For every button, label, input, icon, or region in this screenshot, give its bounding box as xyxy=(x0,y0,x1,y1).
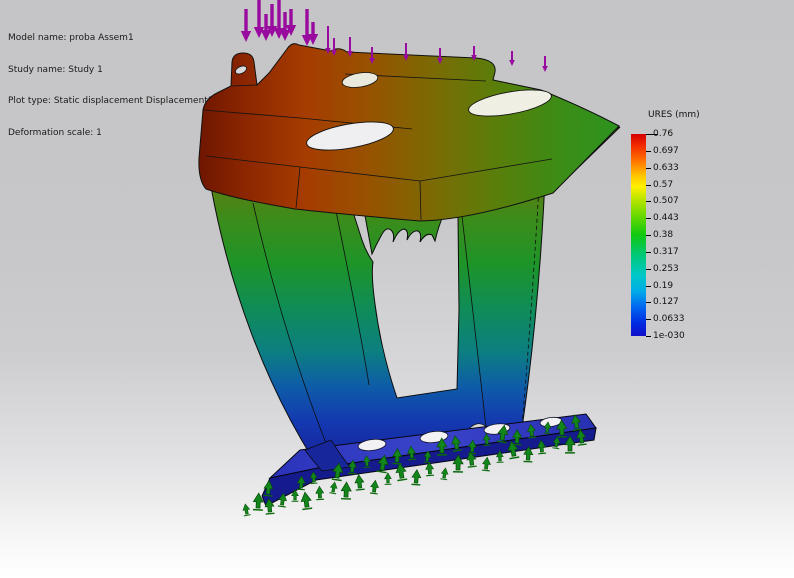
legend-value: 0.76 xyxy=(653,129,673,139)
legend-value: 1e-030 xyxy=(653,331,685,341)
legend-tick xyxy=(646,302,651,303)
legend-value: 0.19 xyxy=(653,281,673,291)
legend-tick xyxy=(646,218,651,219)
legend-value: 0.443 xyxy=(653,213,679,223)
legend-tick xyxy=(646,151,651,152)
legend-tick xyxy=(646,201,651,202)
legend-tick xyxy=(646,336,651,337)
legend-value: 0.697 xyxy=(653,146,679,156)
bracket-top[interactable] xyxy=(199,44,619,221)
legend-colorbar xyxy=(631,134,646,336)
legend-tick xyxy=(646,235,651,236)
legend-tick xyxy=(646,168,651,169)
legend-value: 0.507 xyxy=(653,196,679,206)
legend-tick xyxy=(646,185,651,186)
legend-value: 0.0633 xyxy=(653,314,685,324)
legend-value: 0.253 xyxy=(653,264,679,274)
result-legend: URES (mm) 0.76 0.697 0.633 0.57 0.507 0.443 0.… xyxy=(626,106,718,356)
legend-value: 0.127 xyxy=(653,297,679,307)
legend-tick xyxy=(646,319,651,320)
legend-title: URES (mm) xyxy=(648,110,700,120)
legend-value: 0.317 xyxy=(653,247,679,257)
legend-tick xyxy=(646,269,651,270)
graphics-viewport[interactable]: Model name: proba Assem1 Study name: Stu… xyxy=(0,0,794,578)
legend-value: 0.633 xyxy=(653,163,679,173)
legend-tick xyxy=(646,286,651,287)
legend-tick xyxy=(646,252,651,253)
legend-value: 0.38 xyxy=(653,230,673,240)
legend-value: 0.57 xyxy=(653,180,673,190)
